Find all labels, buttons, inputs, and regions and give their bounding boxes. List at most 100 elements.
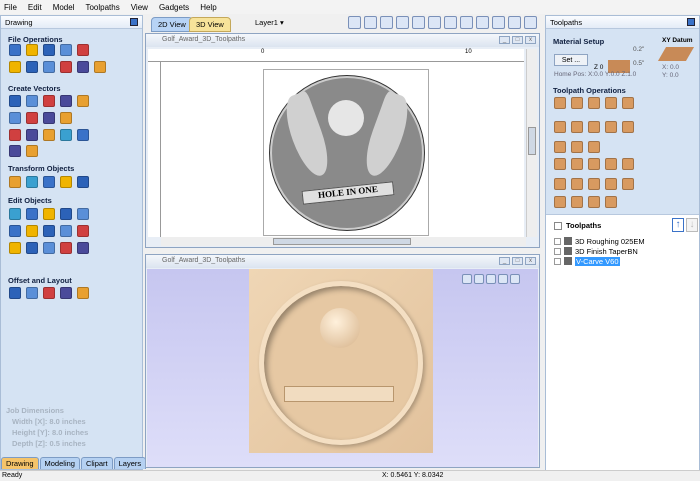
- toolpath-item[interactable]: 3D Finish TaperBN: [554, 246, 645, 256]
- view-front-icon[interactable]: [486, 274, 496, 284]
- menu-edit[interactable]: Edit: [28, 3, 42, 12]
- tool-icon[interactable]: [605, 178, 617, 190]
- toolpath-item[interactable]: 3D Roughing 025EM: [554, 236, 645, 246]
- tool-icon[interactable]: [605, 158, 617, 170]
- tool-icon[interactable]: [26, 225, 38, 237]
- tool-icon[interactable]: [26, 176, 38, 188]
- tool-icon[interactable]: [622, 121, 634, 133]
- tool-icon[interactable]: [9, 44, 21, 56]
- tool-icon[interactable]: [9, 242, 21, 254]
- datum-icon[interactable]: [657, 47, 695, 61]
- tool-icon[interactable]: [43, 61, 55, 73]
- view-tool-icon[interactable]: [412, 16, 425, 29]
- toolpath-item[interactable]: V-Carve V60: [554, 256, 645, 266]
- toolpath-checkbox[interactable]: [554, 247, 561, 255]
- layer-dropdown[interactable]: Layer1 ▾: [255, 18, 284, 27]
- tool-icon[interactable]: [26, 61, 38, 73]
- tool-icon[interactable]: [77, 287, 89, 299]
- view-tool-icon[interactable]: [524, 16, 537, 29]
- tool-icon[interactable]: [26, 95, 38, 107]
- tool-icon[interactable]: [94, 61, 106, 73]
- tool-icon[interactable]: [554, 158, 566, 170]
- tool-icon[interactable]: [9, 208, 21, 220]
- tool-icon[interactable]: [43, 95, 55, 107]
- tool-icon[interactable]: [60, 61, 72, 73]
- material-set-button[interactable]: Set ...: [554, 54, 588, 66]
- horizontal-scrollbar[interactable]: [161, 237, 526, 246]
- tool-icon[interactable]: [605, 97, 617, 109]
- maximize-button[interactable]: □: [512, 257, 523, 265]
- view-tool-icon[interactable]: [460, 16, 473, 29]
- tool-icon[interactable]: [622, 97, 634, 109]
- tool-icon[interactable]: [60, 129, 72, 141]
- minimize-button[interactable]: _: [499, 257, 510, 265]
- tool-icon[interactable]: [622, 158, 634, 170]
- tool-icon[interactable]: [26, 44, 38, 56]
- tool-icon[interactable]: [9, 112, 21, 124]
- tool-icon[interactable]: [26, 287, 38, 299]
- tool-icon[interactable]: [9, 95, 21, 107]
- menu-model[interactable]: Model: [53, 3, 75, 12]
- menu-help[interactable]: Help: [200, 3, 216, 12]
- tool-icon[interactable]: [77, 176, 89, 188]
- move-down-button[interactable]: ↓: [686, 218, 698, 232]
- tool-icon[interactable]: [571, 141, 583, 153]
- view-tool-icon[interactable]: [348, 16, 361, 29]
- tool-icon[interactable]: [43, 208, 55, 220]
- toolpath-checkbox[interactable]: [554, 237, 561, 245]
- view-tool-icon[interactable]: [428, 16, 441, 29]
- view-tool-icon[interactable]: [476, 16, 489, 29]
- tool-icon[interactable]: [60, 208, 72, 220]
- view-tool-icon[interactable]: [364, 16, 377, 29]
- tool-icon[interactable]: [77, 61, 89, 73]
- view-tool-icon[interactable]: [380, 16, 393, 29]
- tool-icon[interactable]: [9, 61, 21, 73]
- tool-icon[interactable]: [77, 225, 89, 237]
- tab-drawing[interactable]: Drawing: [1, 457, 39, 469]
- tool-icon[interactable]: [588, 158, 600, 170]
- tab-clipart[interactable]: Clipart: [80, 457, 113, 469]
- menu-view[interactable]: View: [131, 3, 148, 12]
- 3d-canvas[interactable]: [147, 269, 538, 467]
- view-tool-icon[interactable]: [508, 16, 521, 29]
- tool-icon[interactable]: [60, 287, 72, 299]
- tool-icon[interactable]: [554, 196, 566, 208]
- tool-icon[interactable]: [571, 158, 583, 170]
- move-up-button[interactable]: ↑: [672, 218, 684, 232]
- tool-icon[interactable]: [571, 97, 583, 109]
- tool-icon[interactable]: [43, 287, 55, 299]
- tool-icon[interactable]: [43, 225, 55, 237]
- tool-icon[interactable]: [43, 176, 55, 188]
- tool-icon[interactable]: [605, 196, 617, 208]
- tool-icon[interactable]: [9, 225, 21, 237]
- tool-icon[interactable]: [554, 97, 566, 109]
- tool-icon[interactable]: [571, 178, 583, 190]
- minimize-button[interactable]: _: [499, 36, 510, 44]
- menu-file[interactable]: File: [4, 3, 17, 12]
- tool-icon[interactable]: [43, 129, 55, 141]
- tool-icon[interactable]: [60, 44, 72, 56]
- tool-icon[interactable]: [588, 178, 600, 190]
- tool-icon[interactable]: [554, 141, 566, 153]
- tool-icon[interactable]: [554, 121, 566, 133]
- tab-3d-view[interactable]: 3D View: [189, 17, 231, 32]
- vertical-scrollbar[interactable]: [526, 49, 537, 237]
- tool-icon[interactable]: [554, 178, 566, 190]
- tool-icon[interactable]: [9, 145, 21, 157]
- tool-icon[interactable]: [26, 208, 38, 220]
- tool-icon[interactable]: [571, 196, 583, 208]
- tool-icon[interactable]: [43, 242, 55, 254]
- tool-icon[interactable]: [571, 121, 583, 133]
- tool-icon[interactable]: [588, 196, 600, 208]
- view-tool-icon[interactable]: [444, 16, 457, 29]
- tool-icon[interactable]: [60, 225, 72, 237]
- tab-2d-view[interactable]: 2D View: [151, 17, 193, 32]
- view-tool-icon[interactable]: [396, 16, 409, 29]
- view-top-icon[interactable]: [474, 274, 484, 284]
- view-right-icon[interactable]: [498, 274, 508, 284]
- tool-icon[interactable]: [588, 141, 600, 153]
- close-button[interactable]: x: [525, 257, 536, 265]
- drawing-canvas[interactable]: HOLE IN ONE: [161, 62, 524, 237]
- tool-icon[interactable]: [60, 242, 72, 254]
- tool-icon[interactable]: [60, 95, 72, 107]
